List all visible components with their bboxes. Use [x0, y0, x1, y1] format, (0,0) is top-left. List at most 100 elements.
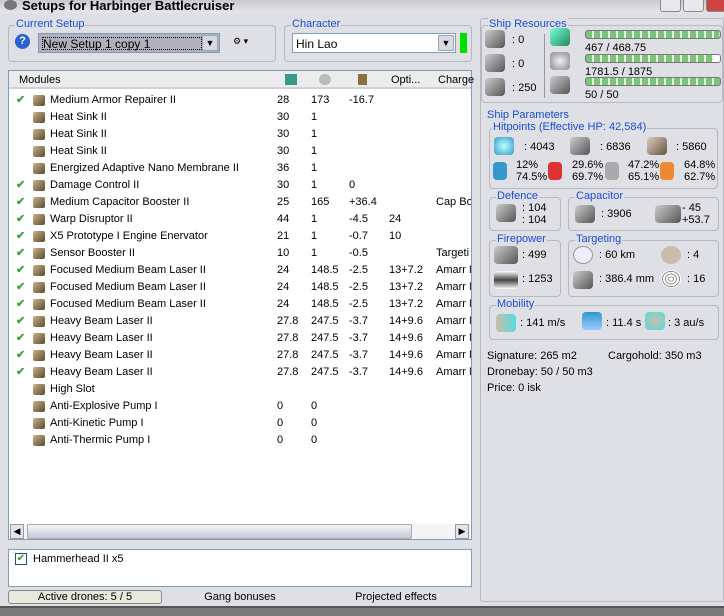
- module-cpu: 0: [277, 434, 284, 446]
- tab-gang-bonuses[interactable]: Gang bonuses: [190, 591, 290, 603]
- shield-resist: 12%: [516, 159, 539, 171]
- turret-dps: : 499: [522, 249, 547, 261]
- drone-checkbox[interactable]: ✔: [15, 553, 27, 565]
- module-row[interactable]: Anti-Kinetic Pump I 0 0: [9, 415, 471, 432]
- module-charge: Amarr N: [436, 315, 471, 327]
- close-button[interactable]: [706, 0, 724, 12]
- module-row[interactable]: ✔ Focused Medium Beam Laser II 24 148.5 -2.5…: [9, 262, 471, 279]
- module-cpu: 24: [277, 281, 290, 293]
- module-cpu: 30: [277, 179, 290, 191]
- dronebay: Dronebay: 50 / 50 m3: [487, 366, 593, 378]
- help-icon[interactable]: ?: [15, 34, 30, 49]
- explosive-resist-icon: [660, 162, 674, 180]
- module-pg: 247.5: [311, 315, 339, 327]
- tab-label: Projected effects: [355, 591, 437, 603]
- module-icon: [33, 367, 45, 378]
- module-name: Sensor Booster II: [50, 247, 135, 259]
- active-check-icon: ✔: [16, 213, 26, 225]
- active-check-icon: ✔: [16, 179, 26, 191]
- chevron-down-icon[interactable]: ▼: [438, 35, 454, 51]
- module-cpu: 21: [277, 230, 290, 242]
- module-row[interactable]: Heat Sink II 30 1: [9, 109, 471, 126]
- character-status-indicator: [460, 33, 467, 53]
- module-row[interactable]: ✔ Medium Capacitor Booster II 25 165 +36.4 Ca…: [9, 194, 471, 211]
- divider: [544, 34, 545, 98]
- capacitor-recharge: +53.7: [682, 214, 710, 226]
- calibration-icon: [485, 78, 505, 96]
- scan-resolution: : 386.4 mm: [599, 273, 655, 285]
- module-row[interactable]: ✔ Damage Control II 30 1 0: [9, 177, 471, 194]
- module-row[interactable]: Heat Sink II 30 1: [9, 143, 471, 160]
- module-pg: 1: [311, 230, 318, 242]
- module-row[interactable]: Anti-Thermic Pump I 0 0: [9, 432, 471, 449]
- header-optimal[interactable]: Opti...: [391, 74, 420, 86]
- module-row[interactable]: Anti-Explosive Pump I 0 0: [9, 398, 471, 415]
- drones-list[interactable]: ✔ Hammerhead II x5: [8, 549, 472, 587]
- module-icon: [33, 350, 45, 361]
- capacitor-usage: - 45: [682, 202, 701, 214]
- shield-resist: 47.2%: [628, 159, 660, 171]
- module-name: Damage Control II: [50, 179, 140, 191]
- module-row[interactable]: ✔ Heavy Beam Laser II 27.8 247.5 -3.7 14+9.6 A…: [9, 364, 471, 381]
- module-name: Focused Medium Beam Laser II: [50, 281, 206, 293]
- active-check-icon: ✔: [16, 264, 26, 276]
- header-modules[interactable]: Modules: [19, 74, 61, 86]
- module-pg: 1: [311, 247, 318, 259]
- module-row[interactable]: ✔ Sensor Booster II 10 1 -0.5 Targeti: [9, 245, 471, 262]
- module-pg: 1: [311, 128, 318, 140]
- module-name: Warp Disruptor II: [50, 213, 133, 225]
- module-name: Heat Sink II: [50, 145, 107, 157]
- setup-select[interactable]: New Setup 1 copy 1 ▼: [38, 33, 220, 53]
- ship-menu-button[interactable]: ⚙ ▾: [233, 36, 261, 48]
- module-cap: -16.7: [349, 94, 375, 106]
- structure-icon: [647, 137, 667, 155]
- ship-resources-group: Ship Resources : 0 : 0 : 250 467 / 468.7…: [481, 18, 723, 103]
- scroll-thumb[interactable]: [27, 524, 412, 539]
- module-row[interactable]: ✔ Heavy Beam Laser II 27.8 247.5 -3.7 14+9.6 A…: [9, 330, 471, 347]
- module-row[interactable]: ✔ Focused Medium Beam Laser II 24 148.5 -2.5…: [9, 279, 471, 296]
- cpu-column-icon[interactable]: [285, 74, 297, 85]
- modules-list[interactable]: Modules Opti... Charge ✔ Medium Armor Rep…: [8, 70, 474, 540]
- powergrid-column-icon[interactable]: [319, 74, 331, 85]
- tab-active-drones[interactable]: Active drones: 5 / 5: [8, 590, 162, 604]
- module-pg: 1: [311, 111, 318, 123]
- maximize-button[interactable]: [683, 0, 704, 12]
- module-cap: -4.5: [349, 213, 368, 225]
- module-row[interactable]: Energized Adaptive Nano Membrane II 36 1: [9, 160, 471, 177]
- module-icon: [33, 418, 45, 429]
- character-group: Character Hin Lao ▼: [284, 18, 472, 62]
- header-charge[interactable]: Charge: [438, 74, 474, 86]
- minimize-button[interactable]: [660, 0, 681, 12]
- group-label: Capacitor: [575, 190, 625, 202]
- horizontal-scrollbar[interactable]: ◀ ▶: [10, 524, 470, 539]
- chevron-down-icon[interactable]: ▼: [202, 35, 218, 51]
- module-name: Heat Sink II: [50, 111, 107, 123]
- drone-item[interactable]: Hammerhead II x5: [33, 553, 123, 565]
- capacitor-column-icon[interactable]: [358, 74, 367, 85]
- character-select[interactable]: Hin Lao ▼: [292, 33, 456, 53]
- firepower-group: Firepower : 499 : 1253: [489, 233, 561, 297]
- module-row[interactable]: ✔ Medium Armor Repairer II 28 173 -16.7: [9, 92, 471, 109]
- module-row[interactable]: ✔ Focused Medium Beam Laser II 24 148.5 -2.5…: [9, 296, 471, 313]
- module-row[interactable]: ✔ Heavy Beam Laser II 27.8 247.5 -3.7 14+9.6 A…: [9, 347, 471, 364]
- module-charge: Cap Bo: [436, 196, 471, 208]
- max-velocity: : 141 m/s: [520, 317, 566, 329]
- scroll-right-button[interactable]: ▶: [455, 524, 469, 539]
- module-row[interactable]: High Slot: [9, 381, 471, 398]
- status-strip: [0, 606, 724, 616]
- group-label: Targeting: [575, 233, 623, 245]
- tab-projected-effects[interactable]: Projected effects: [345, 591, 447, 603]
- module-row[interactable]: ✔ X5 Prototype I Engine Enervator 21 1 -0.7 1…: [9, 228, 471, 245]
- scroll-left-button[interactable]: ◀: [10, 524, 24, 539]
- module-icon: [33, 435, 45, 446]
- module-cap: -3.7: [349, 349, 368, 361]
- em-resist-icon: [493, 162, 507, 180]
- group-label: Character: [291, 18, 342, 30]
- module-row[interactable]: ✔ Warp Disruptor II 44 1 -4.5 24: [9, 211, 471, 228]
- module-row[interactable]: ✔ Heavy Beam Laser II 27.8 247.5 -3.7 14+9.6 A…: [9, 313, 471, 330]
- module-row[interactable]: Heat Sink II 30 1: [9, 126, 471, 143]
- speed-icon: [496, 314, 516, 332]
- armor-resist: 65.1%: [628, 171, 660, 183]
- capacitor-icon: [575, 205, 595, 223]
- module-cpu: 27.8: [277, 315, 299, 327]
